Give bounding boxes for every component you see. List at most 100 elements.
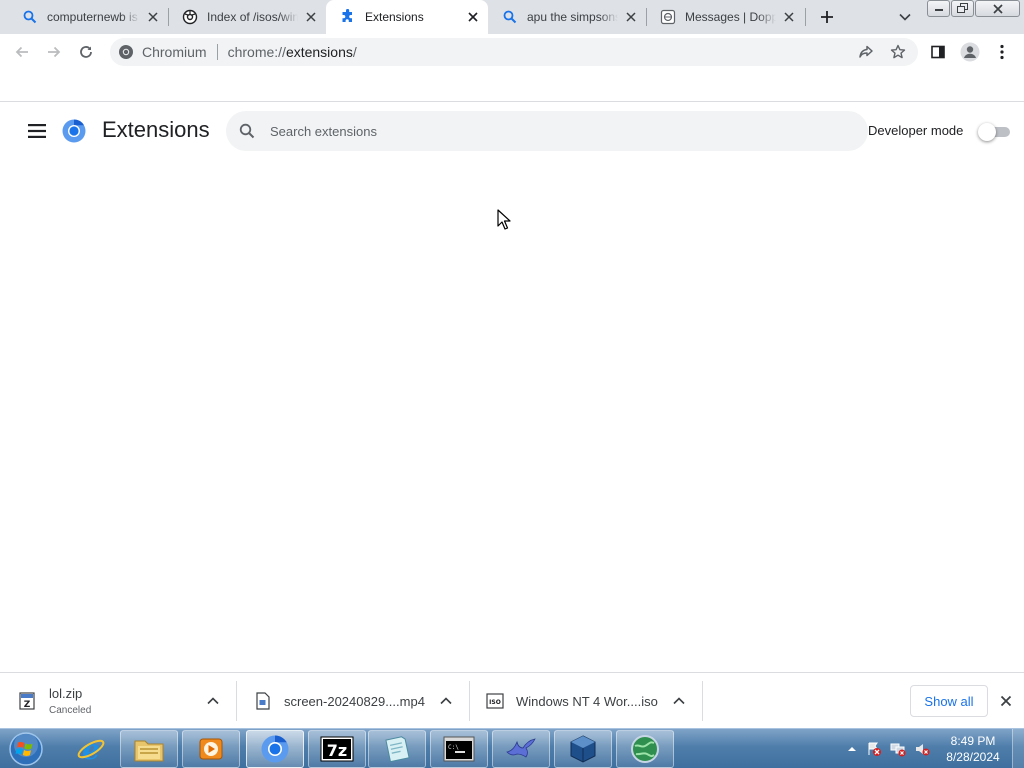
- star-icon: [890, 44, 906, 59]
- omnibox-divider: [216, 44, 218, 60]
- tab-title: computernewb is: [47, 10, 138, 24]
- side-panel-button[interactable]: [924, 38, 952, 66]
- download-status: Canceled: [49, 705, 92, 716]
- close-download-shelf-button[interactable]: [996, 691, 1016, 711]
- close-icon[interactable]: [144, 8, 162, 26]
- profile-button[interactable]: [956, 38, 984, 66]
- download-options-button[interactable]: [436, 691, 456, 711]
- close-icon[interactable]: [302, 8, 320, 26]
- tab-search-button[interactable]: [894, 6, 916, 28]
- taskbar-7zip[interactable]: 7z: [308, 730, 366, 768]
- volume-muted-icon: [916, 744, 930, 756]
- kebab-menu-icon: [1000, 44, 1004, 60]
- taskbar-chromium[interactable]: [246, 730, 304, 768]
- terminal-icon: C:\: [443, 736, 475, 762]
- restore-icon: [956, 3, 968, 13]
- address-bar[interactable]: Chromium chrome://extensions/: [110, 38, 918, 66]
- tab-apu-the-simpsons[interactable]: apu the simpsons: [488, 0, 646, 34]
- back-button[interactable]: [8, 38, 36, 66]
- url-text[interactable]: chrome://extensions/: [228, 44, 357, 60]
- developer-mode-toggle[interactable]: [978, 123, 1010, 141]
- tab-index-of-isos[interactable]: Index of /isos/win: [168, 0, 326, 34]
- menu-button[interactable]: [988, 38, 1016, 66]
- volume-tray-button[interactable]: [914, 741, 930, 757]
- bookmark-button[interactable]: [884, 38, 912, 66]
- windows-start-orb-icon: [9, 732, 43, 766]
- bookmarks-bar: [0, 70, 1024, 102]
- reload-icon: [80, 46, 92, 58]
- url-host: extensions: [285, 44, 353, 60]
- globe-icon: [660, 9, 676, 25]
- download-options-button[interactable]: [669, 691, 689, 711]
- minimize-button[interactable]: [927, 0, 950, 17]
- taskbar-file-explorer[interactable]: [120, 730, 178, 768]
- clock-date: 8/28/2024: [946, 750, 1000, 764]
- chromium-logo-icon: [62, 119, 86, 143]
- close-icon[interactable]: [464, 8, 482, 26]
- close-icon[interactable]: [780, 8, 798, 26]
- forward-button[interactable]: [40, 38, 68, 66]
- taskbar-media-player[interactable]: [182, 730, 240, 768]
- tab-title: apu the simpsons: [527, 10, 618, 24]
- search-icon: [502, 9, 518, 25]
- close-icon[interactable]: [622, 8, 640, 26]
- show-hidden-icons-button[interactable]: [844, 741, 860, 757]
- window-close-button[interactable]: [975, 0, 1020, 17]
- restore-button[interactable]: [951, 0, 974, 17]
- taskbar-internet-explorer[interactable]: e: [62, 730, 120, 768]
- site-info-chip[interactable]: Chromium: [110, 38, 207, 66]
- show-desktop-button[interactable]: [1012, 729, 1024, 768]
- tab-title: Messages | Doppl: [685, 10, 776, 24]
- browser-toolbar: Chromium chrome://extensions/: [0, 34, 1024, 70]
- svg-text:e: e: [82, 734, 100, 764]
- network-tray-button[interactable]: [890, 741, 906, 757]
- toggle-knob: [978, 123, 996, 141]
- network-icon: [890, 743, 906, 757]
- puzzle-icon: [340, 9, 356, 25]
- site-favicon-icon: [182, 9, 198, 25]
- url-scheme: chrome://: [227, 44, 286, 60]
- show-all-downloads-button[interactable]: Show all: [910, 685, 988, 717]
- chevron-up-icon: [848, 747, 856, 751]
- download-shelf: Z lol.zip Canceled screen-20240829....mp…: [0, 672, 1024, 728]
- search-icon: [238, 122, 256, 140]
- chevron-up-icon: [673, 697, 685, 705]
- taskbar-virtualbox[interactable]: [554, 730, 612, 768]
- download-item-screen-mp4[interactable]: screen-20240829....mp4: [254, 673, 425, 729]
- new-tab-button[interactable]: [816, 6, 838, 28]
- download-separator: [702, 681, 703, 721]
- taskbar-globe-app[interactable]: [616, 730, 674, 768]
- action-center-flag-icon: [868, 742, 881, 756]
- internet-explorer-icon: e: [77, 734, 105, 764]
- taskbar-command-prompt[interactable]: C:\: [430, 730, 488, 768]
- globe-icon: [631, 735, 659, 763]
- chevron-down-icon: [899, 13, 911, 21]
- tab-title: Index of /isos/win: [207, 10, 298, 24]
- notepad-icon: [385, 736, 410, 763]
- action-center-tray-button[interactable]: [866, 741, 882, 757]
- avatar-icon: [960, 42, 980, 62]
- plus-icon: [821, 11, 833, 23]
- tab-computernewb[interactable]: computernewb is: [8, 0, 168, 34]
- virtualbox-icon: [570, 735, 596, 763]
- back-arrow-icon: [15, 46, 28, 58]
- tab-messages-doppl[interactable]: Messages | Doppl: [646, 0, 804, 34]
- download-options-button[interactable]: [203, 691, 223, 711]
- window-controls: [927, 0, 1021, 17]
- tab-extensions[interactable]: Extensions: [326, 0, 488, 34]
- share-button[interactable]: [852, 38, 880, 66]
- taskbar-bird-app[interactable]: [492, 730, 550, 768]
- chromium-icon: [261, 735, 289, 763]
- chromium-icon: [119, 45, 133, 59]
- hamburger-icon: [28, 124, 46, 138]
- main-menu-button[interactable]: [24, 119, 50, 143]
- search-extensions-box[interactable]: [226, 111, 868, 151]
- taskbar-clock[interactable]: 8:49 PM 8/28/2024: [940, 733, 1006, 765]
- download-item-lol-zip[interactable]: Z lol.zip Canceled: [18, 673, 91, 729]
- reload-button[interactable]: [72, 38, 100, 66]
- download-item-windows-nt4-iso[interactable]: ISO Windows NT 4 Wor....iso: [486, 673, 658, 729]
- search-input[interactable]: [270, 123, 830, 139]
- download-separator: [236, 681, 237, 721]
- start-button[interactable]: [6, 730, 46, 768]
- taskbar-notepad[interactable]: [368, 730, 426, 768]
